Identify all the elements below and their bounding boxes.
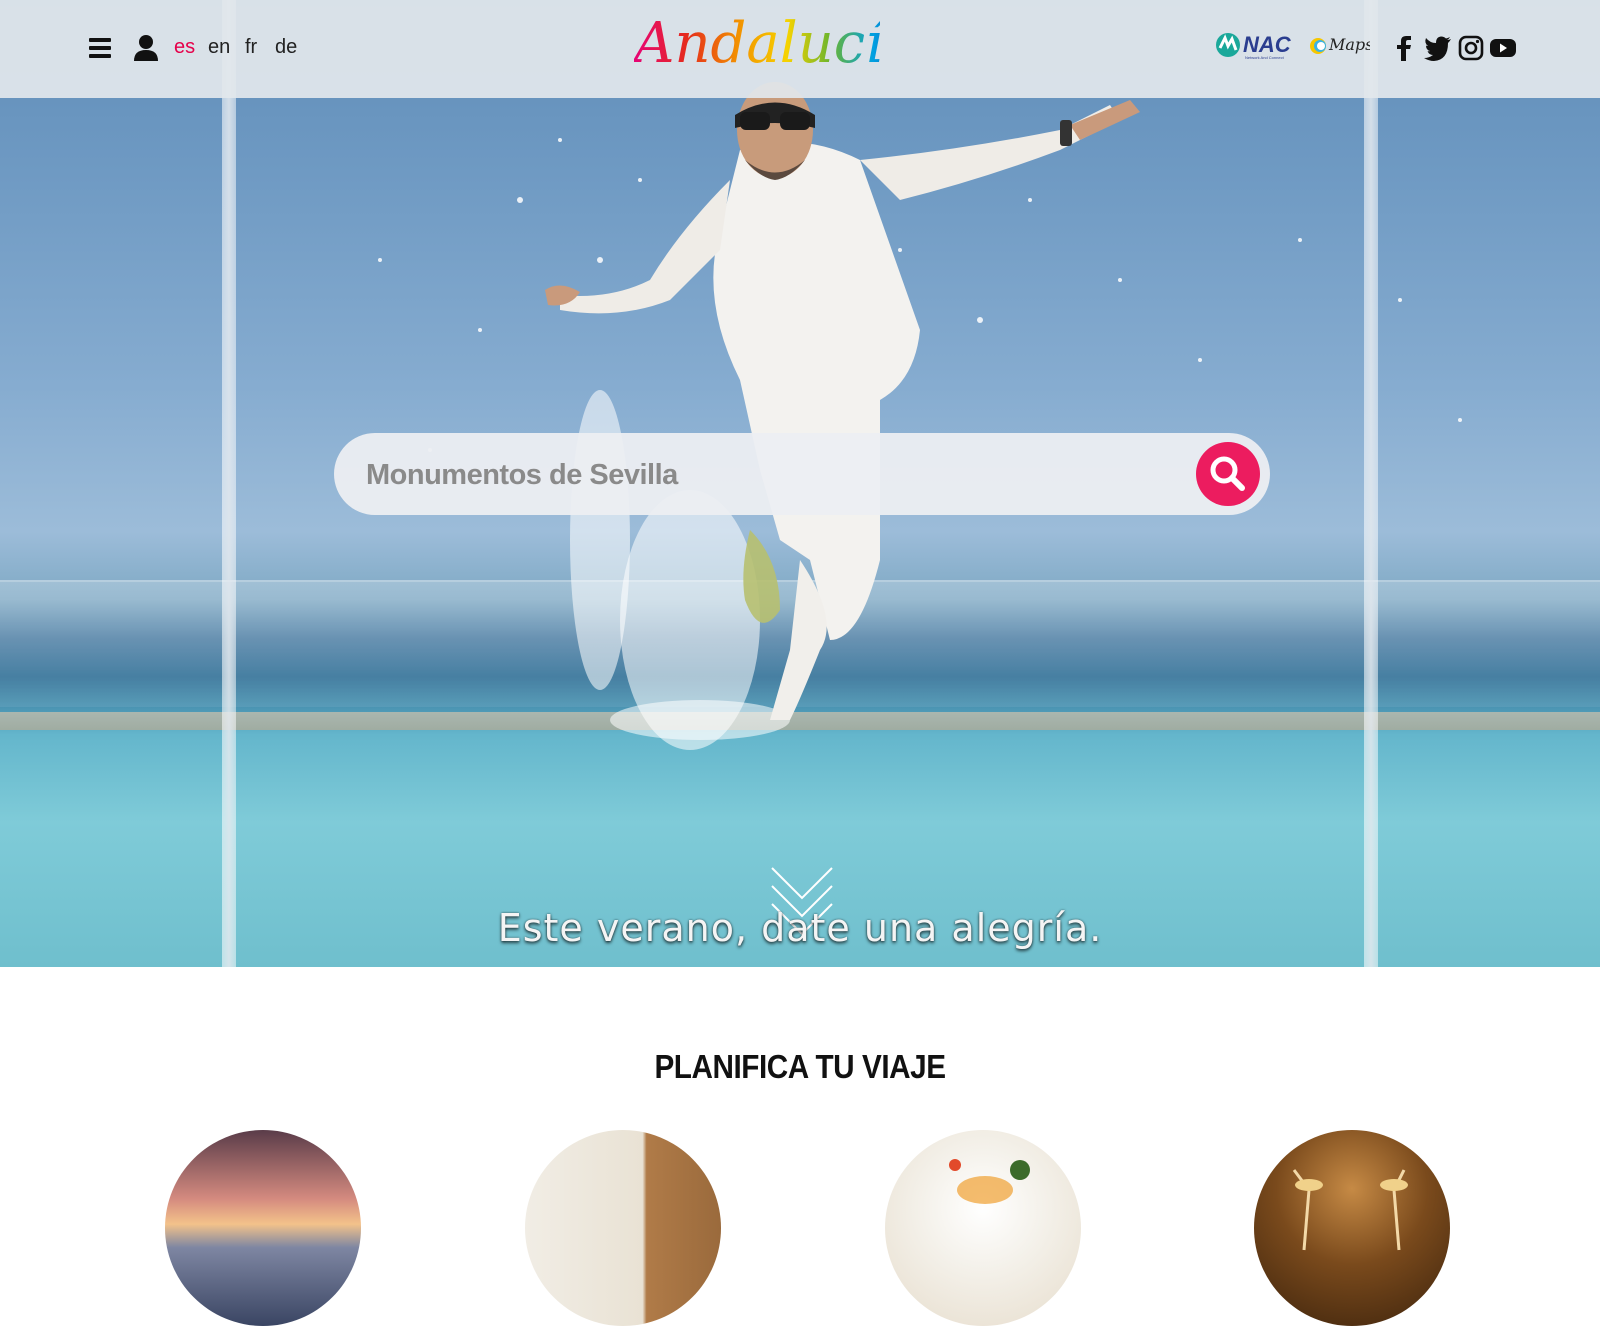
language-en-link[interactable]: en (208, 36, 230, 59)
search-button[interactable] (1196, 442, 1260, 506)
instagram-icon[interactable] (1457, 34, 1485, 62)
plan-card-1[interactable] (165, 1130, 361, 1326)
hero-search-bar (334, 433, 1270, 515)
glass-pillar (1364, 0, 1378, 967)
youtube-icon[interactable] (1489, 34, 1517, 62)
glass-pillar (222, 0, 236, 967)
facebook-icon[interactable] (1390, 34, 1418, 62)
hamburger-menu-icon[interactable] (89, 38, 111, 58)
section-title: PLANIFICA TU VIAJE (654, 1048, 946, 1085)
search-input[interactable] (364, 447, 1188, 503)
svg-text:NAC: NAC (1243, 32, 1292, 57)
logo-text: Andalucía (634, 11, 880, 72)
language-de-link[interactable]: de (275, 36, 297, 59)
hero-tagline: Este verano, date una alegría. (497, 906, 1103, 950)
nac-logo[interactable]: NAC Network And Connect (1215, 30, 1295, 60)
top-navigation-bar: es en fr de Andalucía NAC Network And Co (0, 0, 1600, 98)
svg-text:Maps: Maps (1328, 35, 1370, 54)
pool-edge (0, 712, 1600, 730)
svg-text:Network And Connect: Network And Connect (1245, 55, 1285, 60)
andalucia-logo[interactable]: Andalucía (629, 10, 916, 76)
plan-card-4[interactable] (1254, 1130, 1450, 1326)
glass-railing (0, 580, 1600, 707)
language-es-link[interactable]: es (174, 36, 195, 59)
plan-card-2[interactable] (525, 1130, 721, 1326)
user-account-icon[interactable] (133, 34, 159, 62)
plan-card-3[interactable] (885, 1130, 1081, 1326)
language-fr-link[interactable]: fr (245, 36, 257, 59)
twitter-icon[interactable] (1424, 34, 1452, 62)
maps-logo[interactable]: Maps (1308, 32, 1370, 58)
search-icon (1210, 456, 1245, 491)
